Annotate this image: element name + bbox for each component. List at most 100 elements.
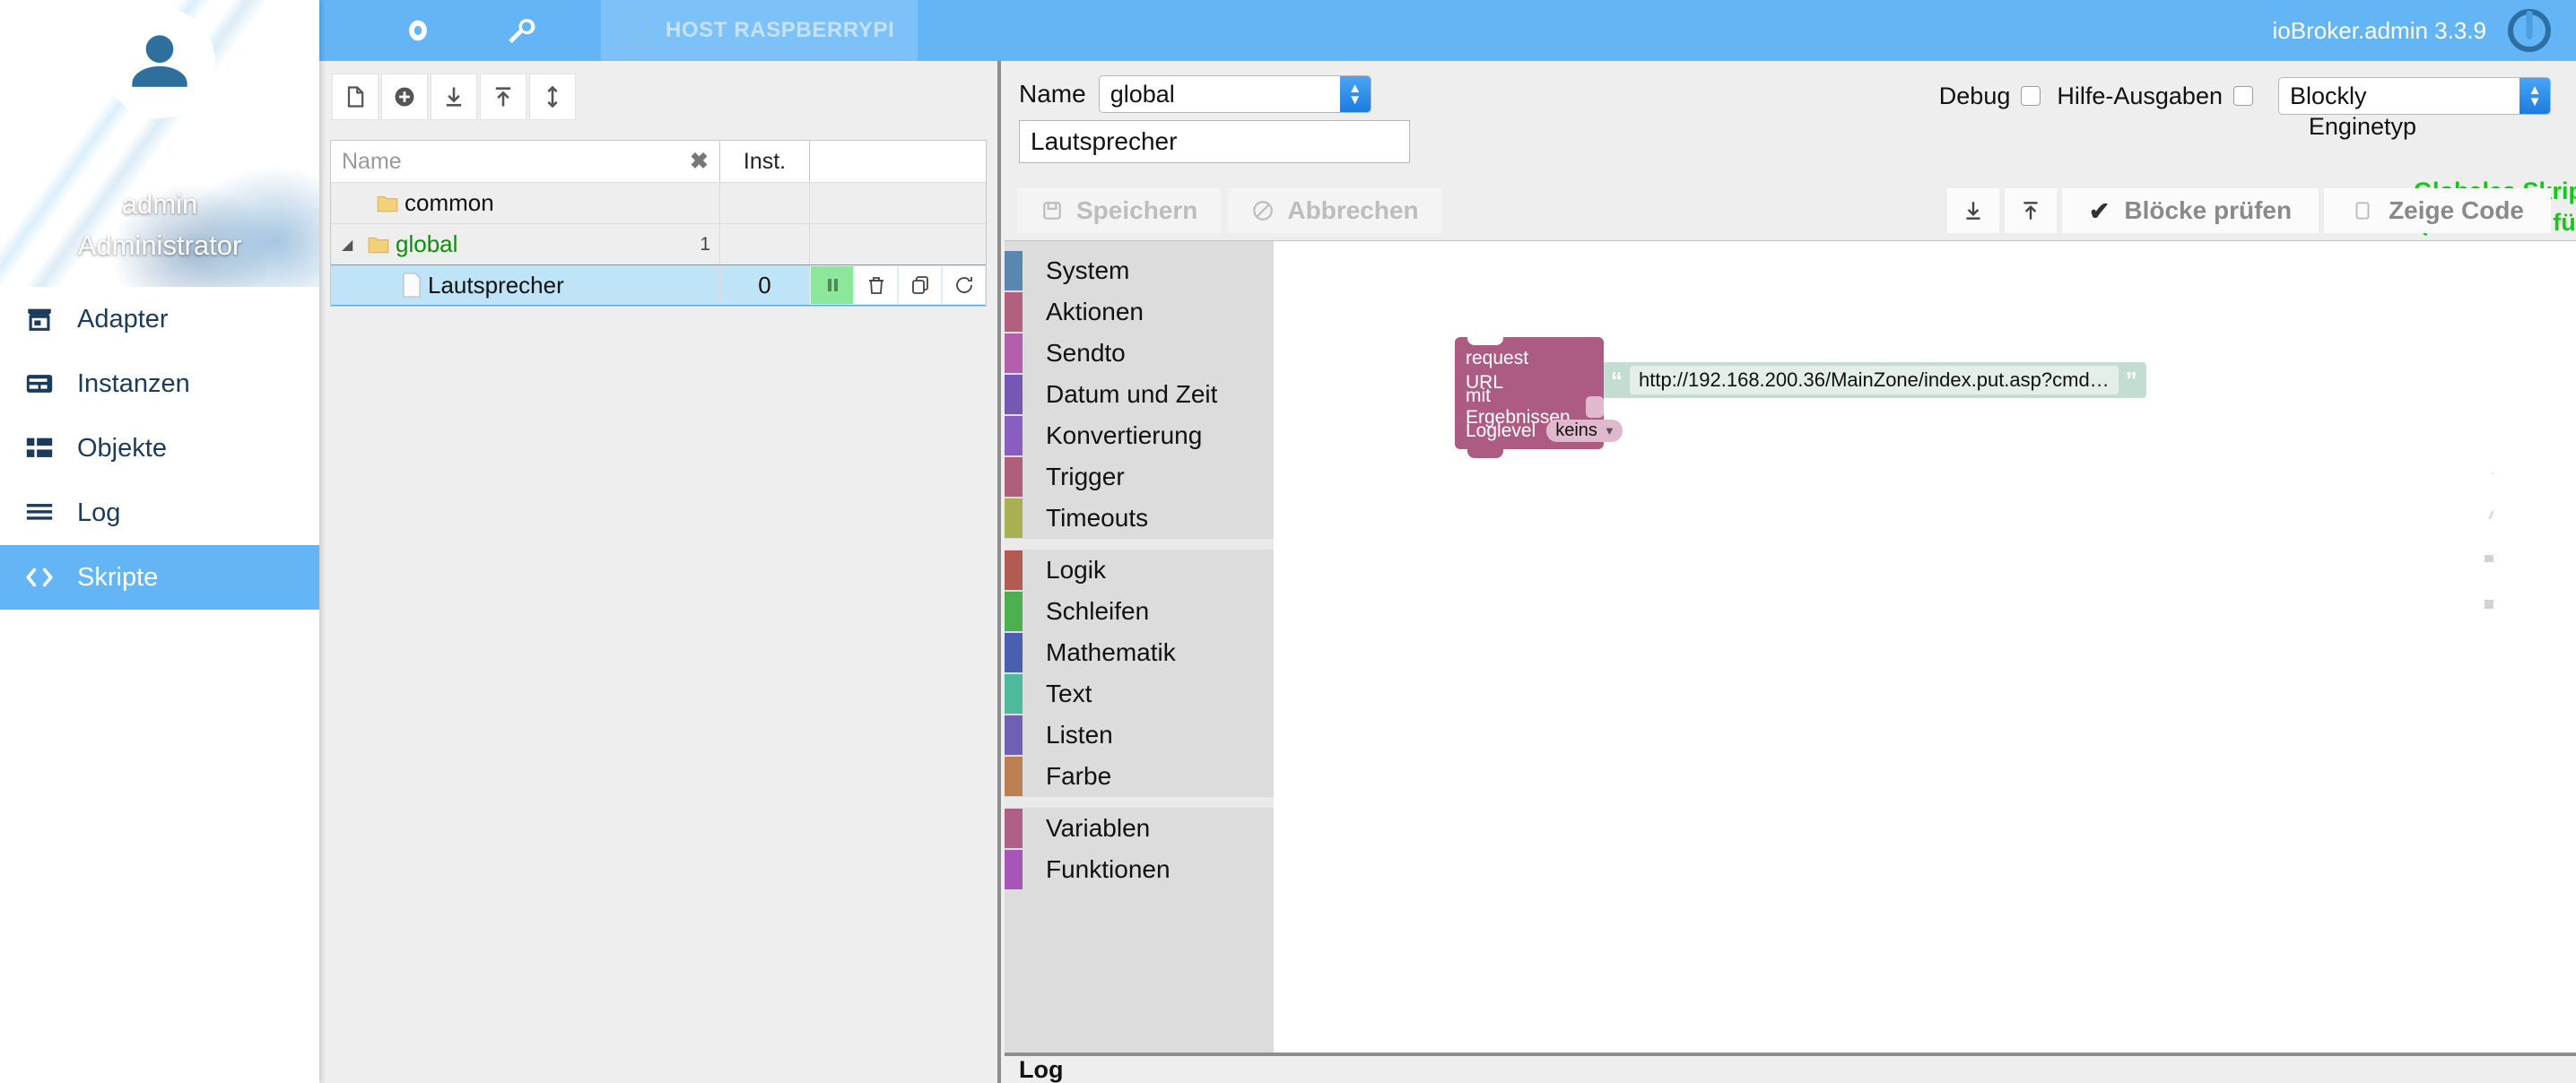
category-timeouts[interactable]: Timeouts <box>1005 498 1274 539</box>
debug-label: Debug <box>1938 82 2011 109</box>
blockly-canvas[interactable]: request URL mit Ergebnissen Loglevel kei… <box>1274 241 2576 1053</box>
engine-select-wrapper: Blockly ▲ ▼ <box>2278 77 2551 115</box>
table-row[interactable]: common <box>331 182 986 223</box>
sidebar-item-objekte[interactable]: Objekte <box>0 416 319 481</box>
chevron-down-icon: ▼ <box>1603 424 1615 438</box>
check-blocks-button[interactable]: ✔ Blöcke prüfen <box>2061 188 2319 233</box>
add-folder-icon[interactable] <box>381 74 428 120</box>
category-color-swatch <box>1005 592 1023 631</box>
import-icon[interactable] <box>431 74 477 120</box>
close-icon[interactable] <box>255 0 296 30</box>
category-sendto[interactable]: Sendto <box>1005 333 1274 374</box>
iobroker-logo-icon <box>614 11 653 50</box>
category-datum-und-zeit[interactable]: Datum und Zeit <box>1005 374 1274 415</box>
request-block-title: request <box>1466 347 1529 368</box>
restart-button[interactable] <box>942 265 986 305</box>
script-tree-table: Name ✖ Inst. common ◢ global 1 Lautsprec… <box>330 140 987 307</box>
request-block[interactable]: request URL mit Ergebnissen Loglevel kei… <box>1455 336 1623 458</box>
category-system[interactable]: System <box>1005 250 1274 291</box>
category-label: Konvertierung <box>1046 421 1203 449</box>
new-script-icon[interactable] <box>332 74 379 120</box>
trash-icon[interactable] <box>2470 546 2533 611</box>
sidebar-userrole: Administrator <box>77 230 242 261</box>
category-farbe[interactable]: Farbe <box>1005 756 1274 797</box>
expand-collapse-icon[interactable] <box>529 74 576 120</box>
row-name-cell: ◢ global 1 <box>331 224 720 264</box>
help-output-option[interactable]: Hilfe-Ausgaben <box>2057 82 2253 110</box>
text-string-block[interactable]: “ http://192.168.200.36/MainZone/index.p… <box>1602 362 2146 398</box>
url-text-value[interactable]: http://192.168.200.36/MainZone/index.put… <box>1630 366 2119 394</box>
category-listen[interactable]: Listen <box>1005 715 1274 756</box>
sidebar-item-adapter[interactable]: Adapter <box>0 287 319 351</box>
engine-type-label: Enginetyp <box>2308 113 2416 140</box>
name-label: Name <box>1019 80 1086 108</box>
pause-button[interactable] <box>810 265 854 305</box>
wrench-icon[interactable] <box>492 9 549 52</box>
host-button-label: HOST RASPBERRYPI <box>666 18 895 42</box>
blockly-toolbox: System Aktionen Sendto Datum und Zeit Ko… <box>1005 241 1274 1053</box>
engine-select[interactable]: Blockly <box>2278 77 2551 115</box>
category-aktionen[interactable]: Aktionen <box>1005 291 1274 333</box>
sidebar-item-skripte[interactable]: Skripte <box>0 545 319 610</box>
delete-button[interactable] <box>854 265 898 305</box>
category-color-swatch <box>1005 550 1023 590</box>
sidebar: admin Administrator Adapter Instanzen Ob… <box>0 0 319 1083</box>
cancel-button[interactable]: Abbrechen <box>1228 188 1442 233</box>
help-output-checkbox[interactable] <box>2233 86 2253 106</box>
zoom-in-icon[interactable] <box>2485 464 2524 503</box>
folder-icon <box>367 233 390 256</box>
debug-option[interactable]: Debug <box>1939 82 2041 110</box>
export-icon[interactable] <box>480 74 527 120</box>
copy-button[interactable] <box>898 265 942 305</box>
zoom-out-icon[interactable] <box>2485 501 2524 541</box>
table-row[interactable]: ◢ global 1 <box>331 223 986 264</box>
save-label: Speichern <box>1076 196 1198 224</box>
expand-triangle-icon[interactable]: ◢ <box>342 236 361 254</box>
sidebar-username: admin <box>121 188 198 220</box>
clear-filter-icon[interactable]: ✖ <box>690 148 709 175</box>
block-bottom-notch <box>1467 449 1503 458</box>
blockly-import-button[interactable] <box>1946 188 1999 233</box>
category-trigger[interactable]: Trigger <box>1005 456 1274 498</box>
sidebar-item-log[interactable]: Log <box>0 481 319 545</box>
debug-checkbox[interactable] <box>2021 86 2041 106</box>
store-icon <box>22 301 57 337</box>
category-schleifen[interactable]: Schleifen <box>1005 591 1274 632</box>
category-label: Trigger <box>1046 463 1125 490</box>
folder-select[interactable]: global <box>1098 75 1371 113</box>
row-inst-cell: 0 <box>720 265 810 305</box>
category-color-swatch <box>1005 850 1023 889</box>
export-icon <box>2023 202 2038 220</box>
category-mathematik[interactable]: Mathematik <box>1005 632 1274 673</box>
sidebar-item-label: Log <box>77 498 121 527</box>
category-variablen[interactable]: Variablen <box>1005 808 1274 849</box>
script-name-input[interactable] <box>1019 120 1410 163</box>
code-brackets-icon <box>22 559 57 595</box>
horizontal-scrollbar[interactable] <box>1893 1031 2278 1044</box>
host-button[interactable]: HOST RASPBERRYPI <box>601 0 918 61</box>
folder-select-wrapper: global ▲ ▼ <box>1098 75 1371 113</box>
category-konvertierung[interactable]: Konvertierung <box>1005 415 1274 456</box>
center-workspace-icon[interactable] <box>2485 416 2524 455</box>
blockly-export-button[interactable] <box>2004 188 2057 233</box>
with-results-checkbox[interactable] <box>1586 395 1604 418</box>
save-button[interactable]: Speichern <box>1017 188 1222 233</box>
show-code-button[interactable]: Zeige Code <box>2324 188 2551 233</box>
block-top-notch <box>1467 336 1503 345</box>
loglevel-dropdown[interactable]: keins ▼ <box>1546 420 1623 442</box>
sidebar-item-instanzen[interactable]: Instanzen <box>0 351 319 416</box>
sidebar-item-label: Instanzen <box>77 368 190 398</box>
editor-action-buttons: Speichern Abbrechen <box>1017 188 1442 233</box>
row-label: Lautsprecher <box>428 271 564 299</box>
check-blocks-label: Blöcke prüfen <box>2124 196 2293 224</box>
category-logik[interactable]: Logik <box>1005 550 1274 591</box>
eye-icon[interactable] <box>389 9 447 52</box>
vertical-scrollbar[interactable] <box>2551 403 2563 671</box>
category-funktionen[interactable]: Funktionen <box>1005 849 1274 890</box>
check-icon: ✔ <box>2088 196 2110 225</box>
row-label: common <box>405 189 494 216</box>
name-filter-placeholder[interactable]: Name <box>342 149 402 175</box>
table-row[interactable]: Lautsprecher 0 <box>331 264 986 306</box>
category-text[interactable]: Text <box>1005 673 1274 715</box>
chevron-down-icon[interactable] <box>18 0 57 30</box>
